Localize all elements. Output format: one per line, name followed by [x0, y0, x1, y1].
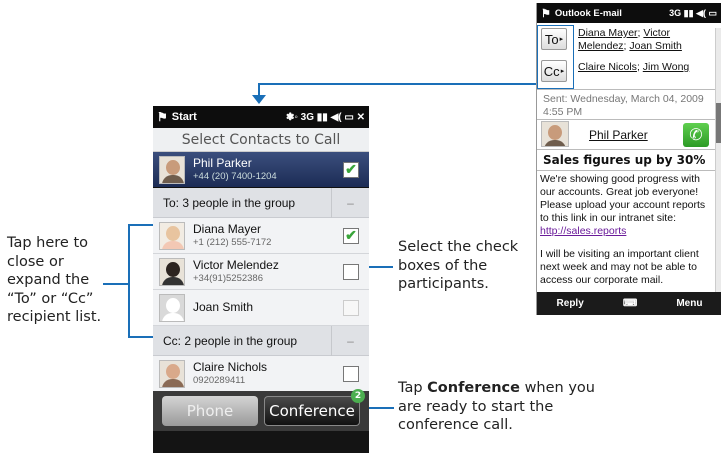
contact-name: Claire Nichols	[193, 359, 268, 374]
callout-select-checkboxes: Select the check boxes of the participan…	[398, 239, 519, 292]
divider	[537, 149, 715, 150]
sent-timestamp: Sent: Wednesday, March 04, 2009 4:55 PM	[543, 93, 704, 118]
cc-group-header[interactable]: Cc: 2 people in the group –	[153, 325, 369, 356]
screen-title: Select Contacts to Call	[153, 128, 369, 152]
avatar	[159, 221, 185, 250]
scrollbar-thumb[interactable]	[716, 103, 721, 143]
contact-row-phil-parker[interactable]: Phil Parker +44 (20) 7400-1204 ✔	[153, 152, 369, 188]
windows-logo-icon[interactable]: ⚑	[541, 7, 551, 20]
checkbox-unchecked[interactable]	[343, 365, 359, 382]
contact-number: +34(91)5252386	[193, 272, 263, 284]
windows-logo-icon[interactable]: ⚑	[157, 110, 168, 124]
cc-group-label: Cc: 2 people in the group	[163, 333, 298, 348]
email-subject: Sales figures up by 30%	[543, 153, 706, 167]
contact-row-diana-mayer[interactable]: Diana Mayer +1 (212) 555-7172 ✔	[153, 218, 369, 254]
divider	[537, 89, 715, 90]
avatar	[159, 155, 185, 184]
recipient-link[interactable]: Diana Mayer	[578, 27, 638, 39]
status-icons: 3G ▮▮ ◀( ▭	[669, 7, 717, 18]
conference-label: Conference	[269, 402, 355, 420]
checkbox-checked[interactable]: ✔	[343, 161, 359, 178]
contact-name: Diana Mayer	[193, 221, 262, 236]
select-contacts-screen: ⚑ Start ❃◦ 3G ▮▮ ◀( ▭ ✕ Select Contacts …	[153, 106, 369, 453]
contact-row-victor-melendez[interactable]: Victor Melendez +34(91)5252386	[153, 254, 369, 290]
contact-number: +1 (212) 555-7172	[193, 236, 272, 248]
avatar	[159, 359, 185, 388]
contact-row-claire-nichols[interactable]: Claire Nichols 0920289411	[153, 356, 369, 392]
contact-number: +44 (20) 7400-1204	[193, 170, 277, 182]
reply-softkey[interactable]: Reply	[557, 298, 584, 309]
status-bar: ⚑ Outlook E-mail 3G ▮▮ ◀( ▭	[537, 3, 721, 23]
conference-button[interactable]: Conference 2	[264, 389, 365, 426]
intranet-link[interactable]: http://sales.reports	[540, 225, 626, 237]
sender-name[interactable]: Phil Parker	[589, 128, 648, 142]
contact-name: Victor Melendez	[193, 257, 279, 272]
status-title: Outlook E-mail	[554, 7, 622, 19]
body-paragraph: I will be visiting an important client n…	[540, 248, 699, 286]
status-title: Start	[171, 111, 197, 123]
collapse-toggle[interactable]: –	[331, 187, 369, 218]
email-body: We're showing good progress with our acc…	[540, 173, 713, 287]
callout-prefix: Tap	[398, 380, 428, 396]
scrollbar[interactable]	[715, 28, 721, 292]
body-paragraph: We're showing good progress with our acc…	[540, 173, 706, 224]
phone-button[interactable]: Phone	[162, 396, 258, 426]
action-bar: Phone Conference 2	[153, 389, 369, 431]
recipient-link[interactable]: Joan Smith	[629, 40, 682, 52]
avatar-placeholder	[159, 293, 185, 322]
to-group-header[interactable]: To: 3 people in the group –	[153, 187, 369, 218]
recipient-link[interactable]: Claire Nicols	[578, 61, 637, 73]
status-icons: ❃◦ 3G ▮▮ ◀( ▭ ✕	[285, 111, 365, 123]
status-bar: ⚑ Start ❃◦ 3G ▮▮ ◀( ▭ ✕	[153, 106, 369, 128]
bottom-bar	[153, 431, 369, 453]
checkbox-checked[interactable]: ✔	[343, 227, 359, 244]
call-sender-button[interactable]: ✆	[683, 123, 709, 147]
arrow-down-icon	[252, 95, 266, 104]
contact-number: 0920289411	[193, 374, 246, 386]
divider	[537, 119, 715, 120]
contact-row-joan-smith[interactable]: Joan Smith	[153, 290, 369, 326]
cc-toggle-button[interactable]: Cc ▸	[541, 60, 567, 82]
keyboard-icon[interactable]: ⌨	[623, 298, 637, 309]
checkbox-unchecked[interactable]	[343, 263, 359, 280]
softkey-bar: Reply ⌨ Menu	[537, 292, 721, 315]
callout-bold-conference: Conference	[427, 380, 520, 396]
recipient-link[interactable]: Jim Wong	[643, 61, 690, 73]
to-toggle-button[interactable]: To ▸	[541, 28, 567, 50]
to-recipient-list: Diana Mayer; Victor Melendez; Joan Smith	[578, 27, 682, 52]
cc-recipient-list: Claire Nicols; Jim Wong	[578, 61, 690, 73]
contact-name: Phil Parker	[193, 155, 252, 170]
to-group-label: To: 3 people in the group	[163, 195, 296, 210]
avatar	[159, 257, 185, 286]
checkbox-disabled[interactable]	[343, 299, 359, 316]
sender-avatar	[541, 121, 569, 147]
menu-softkey[interactable]: Menu	[676, 298, 702, 309]
callout-tap-conference: Tap Conference when you are ready to sta…	[398, 379, 598, 435]
contact-name: Joan Smith	[193, 300, 254, 314]
outlook-email-screen: ⚑ Outlook E-mail 3G ▮▮ ◀( ▭ To ▸ Cc ▸ Dian…	[536, 3, 721, 315]
connector-left-bracket	[128, 224, 130, 337]
participant-count-badge: 2	[351, 389, 365, 403]
collapse-toggle[interactable]: –	[331, 325, 369, 356]
callout-toggle-recipient-list: Tap here to close or expand the “To” or …	[7, 235, 102, 325]
divider	[537, 170, 715, 171]
